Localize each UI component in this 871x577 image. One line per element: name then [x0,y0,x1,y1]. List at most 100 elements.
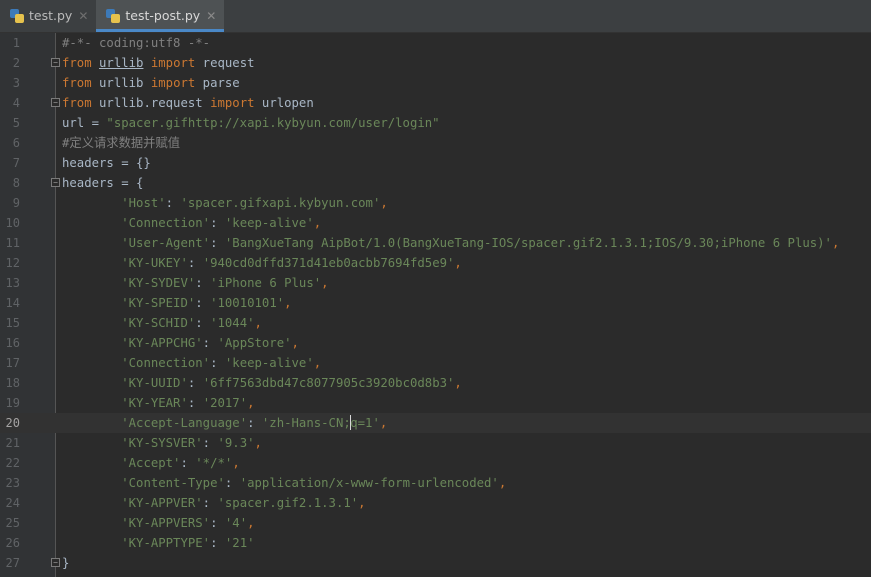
keyword-token: , [284,296,292,310]
code-line[interactable]: 21 'KY-SYSVER': '9.3', [0,433,871,453]
code-line[interactable]: 25 'KY-APPVERS': '4', [0,513,871,533]
string-token: 'keep-alive' [224,216,314,230]
fold-toggle-icon[interactable]: − [51,58,60,67]
code-text: #定义请求数据并赋值 [62,133,180,153]
fold-toggle-icon[interactable]: − [51,98,60,107]
close-icon[interactable]: ✕ [78,9,88,23]
line-number: 11 [5,236,20,250]
code-text: 'KY-APPTYPE': '21' [62,533,254,553]
code-line[interactable]: 12 'KY-UKEY': '940cd0dffd371d41eb0acbb76… [0,253,871,273]
code-line[interactable]: 27 −} [0,553,871,573]
code-line[interactable]: 18 'KY-UUID': '6ff7563dbd47c8077905c3920… [0,373,871,393]
code-text: 'KY-APPVER': 'spacer.gif2.1.3.1', [62,493,365,513]
code-token: : [247,416,262,430]
code-line[interactable]: 24 'KY-APPVER': 'spacer.gif2.1.3.1', [0,493,871,513]
code-text: from urllib import parse [62,73,240,93]
code-token: : [165,196,181,210]
tab-test-py[interactable]: test.py ✕ [0,0,96,32]
code-editor[interactable]: 1 #-*- coding:utf8 -*- 2− from urllib impor… [0,33,871,577]
keyword-token: from [62,96,92,110]
code-line[interactable]: 8 − headers = { [0,173,871,193]
code-line[interactable]: 2 − from urllib import request [0,53,871,73]
code-line[interactable]: 13 'KY-SYDEV': 'iPhone 6 Plus', [0,273,871,293]
code-line[interactable]: 19 'KY-YEAR': '2017', [0,393,871,413]
keyword-token: , [254,436,262,450]
keyword-token: , [321,276,329,290]
tab-label: test.py [29,8,73,23]
code-line[interactable]: 7 headers = {} [0,153,871,173]
line-number: 16 [5,336,20,350]
code-text: 'KY-YEAR': '2017', [62,393,255,413]
code-line[interactable]: 14 'KY-SPEID': '10010101', [0,293,871,313]
fold-toggle-icon[interactable]: − [51,178,60,187]
keyword-token: , [498,476,507,490]
code-text: headers = {} [62,153,151,173]
code-text: 'Accept-Language': 'zh-Hans-CN;q=1', [62,413,387,433]
code-token: : [210,216,225,230]
keyword-token: , [454,376,462,390]
line-number: 4 [12,96,20,110]
string-token: 'Connection' [121,356,211,370]
module-link[interactable]: urllib [99,56,143,70]
code-line[interactable]: 11 'User-Agent': 'BangXueTang AipBot/1.0… [0,233,871,253]
code-line[interactable]: 23 'Content-Type': 'application/x-www-fo… [0,473,871,493]
code-token: urllib [91,76,151,90]
string-token: '2017' [202,396,248,410]
line-number: 26 [5,536,20,550]
string-token: 'iPhone 6 Plus' [210,276,322,290]
code-token: : [224,476,240,490]
code-text: } [62,553,69,573]
code-line[interactable]: 1 #-*- coding:utf8 -*- [0,33,871,53]
keyword-token: , [313,356,322,370]
code-token: : [187,256,203,270]
string-token: 'KY-APPTYPE' [121,536,211,550]
code-line[interactable]: 16 'KY-APPCHG': 'AppStore', [0,333,871,353]
code-text: 'Connection': 'keep-alive', [62,213,321,233]
fold-toggle-icon[interactable]: − [51,558,60,567]
comment-token: #-*- coding:utf8 -*- [62,36,211,50]
code-text: from urllib import request [62,53,255,73]
string-token: 'BangXueTang AipBot/1.0(BangXueTang-IOS/… [224,236,832,250]
code-line[interactable]: 15 'KY-SCHID': '1044', [0,313,871,333]
code-line[interactable]: 20 'Accept-Language': 'zh-Hans-CN;q=1', [0,413,871,433]
code-text: 'KY-UKEY': '940cd0dffd371d41eb0acbb7694f… [62,253,462,273]
code-text: 'Accept': '*/*', [62,453,239,473]
code-line[interactable]: 26 'KY-APPTYPE': '21' [0,533,871,553]
code-token: : [202,336,218,350]
keyword-token: , [247,396,255,410]
line-number: 13 [5,276,20,290]
line-number: 25 [5,516,20,530]
close-icon[interactable]: ✕ [206,9,216,23]
code-line[interactable]: 17 'Connection': 'keep-alive', [0,353,871,373]
string-token: '9.3' [217,436,255,450]
string-token: 'Host' [121,196,166,210]
keyword-token: import [210,96,255,110]
line-number: 27 [5,556,20,570]
keyword-token: , [254,316,262,330]
code-text: #-*- coding:utf8 -*- [62,33,210,53]
code-line[interactable]: 5 url = "spacer.gifhttp://xapi.kybyun.com… [0,113,871,133]
string-token: 'Accept-Language' [121,416,248,430]
string-token: 'KY-UUID' [121,376,188,390]
code-text: 'KY-SYDEV': 'iPhone 6 Plus', [62,273,329,293]
code-line[interactable]: 22 'Accept': '*/*', [0,453,871,473]
code-line[interactable]: 9 'Host': 'spacer.gifxapi.kybyun.com', [0,193,871,213]
tab-label: test-post.py [125,8,201,23]
code-line[interactable]: 3 from urllib import parse [0,73,871,93]
line-number: 24 [5,496,20,510]
code-line[interactable]: 10 'Connection': 'keep-alive', [0,213,871,233]
python-file-icon [106,8,121,23]
code-line[interactable]: 6 #定义请求数据并赋值 [0,133,871,153]
string-token: 'zh-Hans-CN; [261,416,351,430]
code-text: from urllib.request import urlopen [62,93,314,113]
code-text: 'KY-UUID': '6ff7563dbd47c8077905c3920bc0… [62,373,462,393]
keyword-token: import [150,56,196,70]
string-token: 'application/x-www-form-urlencoded' [239,476,499,490]
string-token: 'spacer.gifxapi.kybyun.com' [180,196,381,210]
tab-test-post-py[interactable]: test-post.py ✕ [96,0,225,32]
code-line[interactable]: 4 − from urllib.request import urlopen [0,93,871,113]
